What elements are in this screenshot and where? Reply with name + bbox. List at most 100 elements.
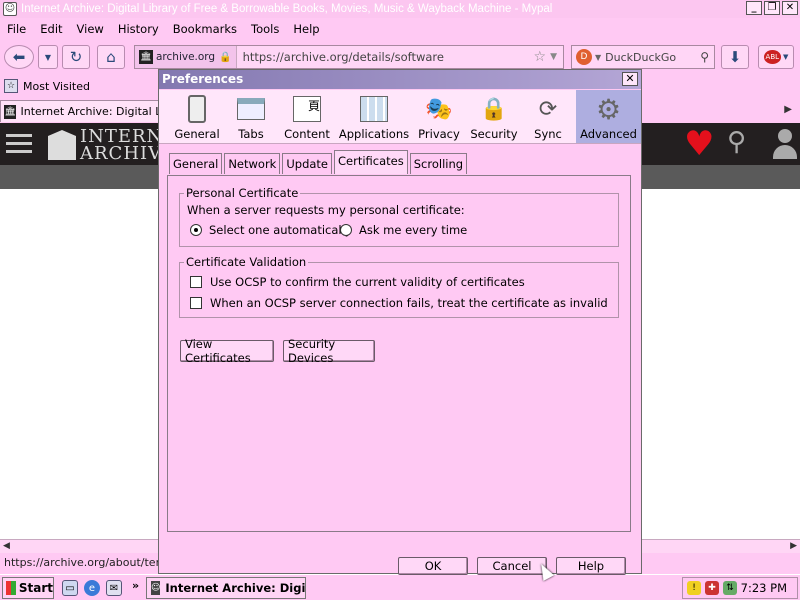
privacy-mask-icon: 🎭 xyxy=(425,96,453,122)
reload-button[interactable]: ↻ xyxy=(62,45,90,69)
downloads-button[interactable]: ⬇ xyxy=(721,45,749,69)
radio-label: Ask me every time xyxy=(359,223,468,237)
pane-general[interactable]: General xyxy=(169,90,225,143)
menu-view[interactable]: View xyxy=(77,22,104,36)
reload-icon: ↻ xyxy=(69,48,83,66)
scroll-right-icon[interactable]: ▶ xyxy=(790,541,797,551)
menu-edit[interactable]: Edit xyxy=(40,22,62,36)
tab-update[interactable]: Update xyxy=(282,153,333,174)
gear-icon: ⚙ xyxy=(595,92,622,126)
start-button[interactable]: Start xyxy=(2,577,54,599)
radio-button[interactable] xyxy=(340,224,352,236)
pane-tabs[interactable]: Tabs xyxy=(223,90,279,143)
engine-dropdown-icon[interactable]: ▼ xyxy=(595,53,601,62)
search-input[interactable]: DuckDuckGo xyxy=(605,51,700,64)
antivirus-icon[interactable]: ✚ xyxy=(705,581,719,595)
url-dropdown-icon[interactable]: ▼ xyxy=(550,52,557,62)
network-icon[interactable]: ⇅ xyxy=(723,581,737,595)
search-icon[interactable]: ⚲ xyxy=(700,50,709,64)
home-button[interactable]: ⌂ xyxy=(97,45,125,69)
tab-certificates[interactable]: Certificates xyxy=(334,150,408,174)
status-bar-url: https://archive.org/about/terms xyxy=(4,556,177,569)
windows-logo-icon xyxy=(6,581,16,595)
tab-label: Internet Archive: Digital Libr xyxy=(20,105,159,118)
back-arrow-icon: ⬅ xyxy=(12,48,26,66)
close-button[interactable]: ✕ xyxy=(782,1,798,15)
url-bar[interactable]: 🏛 archive.org 🔒 https://archive.org/deta… xyxy=(134,45,564,69)
user-icon[interactable] xyxy=(770,127,800,161)
url-input[interactable]: https://archive.org/details/software xyxy=(243,50,534,64)
pane-label: Tabs xyxy=(238,127,264,141)
dialog-title[interactable]: Preferences xyxy=(159,70,641,89)
taskbar-window-button[interactable]: ☺ Internet Archive: Digi... xyxy=(146,577,306,599)
checkbox-use-ocsp[interactable]: Use OCSP to confirm the current validity… xyxy=(190,275,525,289)
group-legend: Personal Certificate xyxy=(184,186,301,200)
minimize-button[interactable]: _ xyxy=(746,1,762,15)
menu-history[interactable]: History xyxy=(118,22,159,36)
hamburger-menu-icon[interactable] xyxy=(6,134,32,154)
pane-privacy[interactable]: 🎭 Privacy xyxy=(411,90,467,143)
security-shield-icon[interactable]: ! xyxy=(687,581,701,595)
advanced-subtabs: General Network Update Certificates Scro… xyxy=(169,150,469,175)
taskbar: Start ▭ e ✉ » ☺ Internet Archive: Digi..… xyxy=(0,574,800,600)
chevron-down-icon: ▼ xyxy=(44,52,52,62)
pane-label: Privacy xyxy=(418,127,460,141)
radio-select-automatically[interactable]: Select one automatically xyxy=(190,223,352,237)
search-icon[interactable]: ⚲ xyxy=(727,129,746,155)
certificate-validation-group: Certificate Validation Use OCSP to confi… xyxy=(179,255,619,318)
quicklaunch-overflow[interactable]: » xyxy=(132,579,139,592)
tabs-icon xyxy=(235,93,267,125)
outlook-express-icon[interactable]: ✉ xyxy=(106,580,122,596)
chevron-down-icon: ▼ xyxy=(783,53,789,61)
personal-cert-prompt: When a server requests my personal certi… xyxy=(187,203,465,217)
back-button[interactable]: ⬅ xyxy=(4,45,34,69)
start-label: Start xyxy=(18,581,53,595)
radio-ask-every-time[interactable]: Ask me every time xyxy=(340,223,467,237)
tab-scroll-right-icon[interactable]: ▶ xyxy=(784,104,792,115)
checkbox-label: When an OCSP server connection fails, tr… xyxy=(210,296,608,310)
ok-button[interactable]: OK xyxy=(398,557,468,575)
mypal-app-icon: ☺ xyxy=(151,581,161,595)
browser-title-bar[interactable]: ☺ Internet Archive: Digital Library of F… xyxy=(0,0,800,18)
menu-bookmarks[interactable]: Bookmarks xyxy=(173,22,237,36)
view-certificates-button[interactable]: View Certificates xyxy=(180,337,274,365)
security-devices-button[interactable]: Security Devices xyxy=(283,337,375,365)
heart-icon[interactable]: ♥ xyxy=(684,127,714,161)
menu-help[interactable]: Help xyxy=(293,22,319,36)
site-identity-button[interactable]: 🏛 archive.org 🔒 xyxy=(135,46,237,68)
pane-sync[interactable]: ⟳ Sync xyxy=(520,90,576,143)
help-button[interactable]: Help xyxy=(556,557,626,575)
adblock-button[interactable]: ABL ▼ xyxy=(758,45,794,69)
maximize-button[interactable]: ❐ xyxy=(764,1,780,15)
pane-content[interactable]: 頁 Content xyxy=(279,90,335,143)
adblock-icon: ABL xyxy=(763,50,782,64)
pane-applications[interactable]: Applications xyxy=(339,90,409,143)
bookmark-star-icon[interactable]: ☆ xyxy=(534,49,547,65)
checkbox[interactable] xyxy=(190,276,202,288)
group-legend: Certificate Validation xyxy=(184,255,309,269)
pane-advanced[interactable]: ⚙ Advanced xyxy=(576,90,641,143)
site-identity-label: archive.org xyxy=(156,51,216,63)
tab-network[interactable]: Network xyxy=(224,153,281,174)
dialog-close-button[interactable]: ✕ xyxy=(622,72,638,86)
pane-security[interactable]: 🔒 Security xyxy=(466,90,522,143)
scroll-left-icon[interactable]: ◀ xyxy=(3,541,10,551)
checkbox-ocsp-fail-invalid[interactable]: When an OCSP server connection fails, tr… xyxy=(190,296,608,310)
bookmark-most-visited[interactable]: Most Visited xyxy=(23,80,90,93)
pane-label: Advanced xyxy=(580,127,637,141)
checkbox[interactable] xyxy=(190,297,202,309)
preference-panes: General Tabs 頁 Content Applications 🎭 Pr… xyxy=(159,90,641,144)
search-bar[interactable]: D ▼ DuckDuckGo ⚲ xyxy=(571,45,715,69)
show-desktop-icon[interactable]: ▭ xyxy=(62,580,78,596)
internet-explorer-icon[interactable]: e xyxy=(84,580,100,596)
tab-general[interactable]: General xyxy=(169,153,223,174)
menu-file[interactable]: File xyxy=(7,22,26,36)
checkbox-label: Use OCSP to confirm the current validity… xyxy=(210,275,525,289)
tab-internet-archive[interactable]: 🏛 Internet Archive: Digital Libr xyxy=(0,100,160,122)
duckduckgo-icon[interactable]: D xyxy=(576,49,592,65)
archive-favicon: 🏛 xyxy=(4,104,17,119)
menu-tools[interactable]: Tools xyxy=(251,22,279,36)
tab-scrolling[interactable]: Scrolling xyxy=(409,153,468,174)
history-dropdown-button[interactable]: ▼ xyxy=(38,45,58,69)
radio-button[interactable] xyxy=(190,224,202,236)
